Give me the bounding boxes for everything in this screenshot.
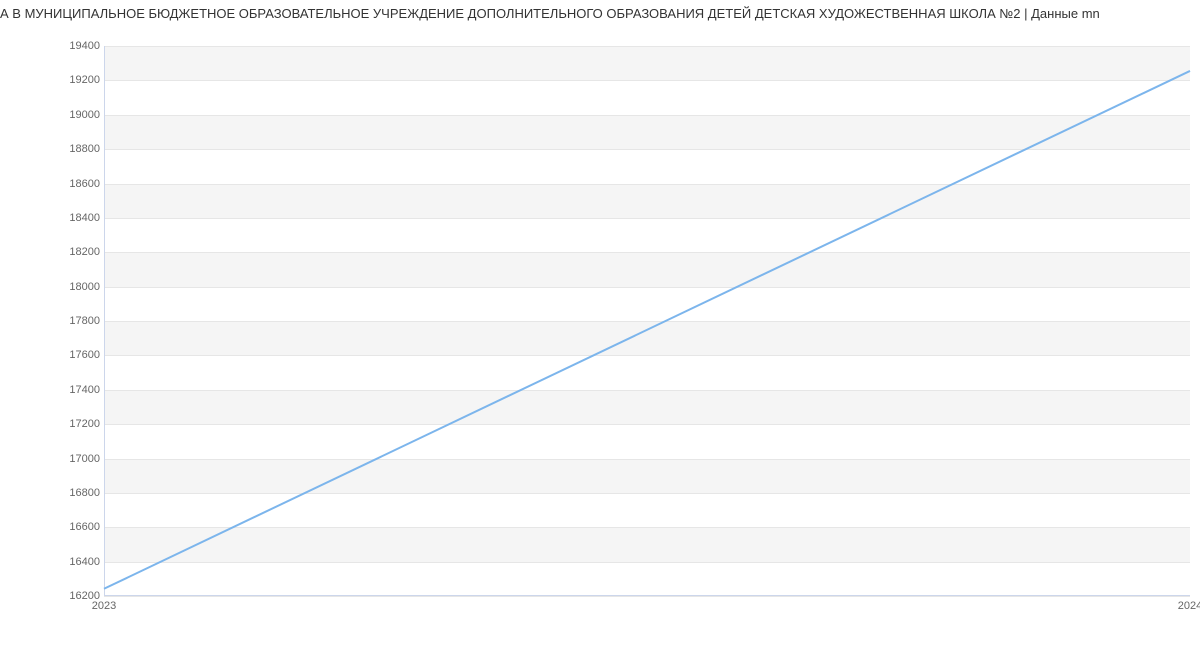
- series-line: [104, 71, 1190, 589]
- y-tick-label: 17800: [69, 315, 100, 327]
- y-tick-label: 19400: [69, 40, 100, 52]
- y-tick-label: 17600: [69, 349, 100, 361]
- y-tick-label: 17200: [69, 418, 100, 430]
- y-tick-label: 18800: [69, 143, 100, 155]
- y-tick-label: 19000: [69, 109, 100, 121]
- y-tick-label: 16400: [69, 556, 100, 568]
- chart-line: [104, 46, 1190, 596]
- x-tick-label: 2024: [1178, 600, 1200, 612]
- y-tick-label: 18000: [69, 281, 100, 293]
- y-tick-label: 16600: [69, 521, 100, 533]
- y-tick-label: 18400: [69, 212, 100, 224]
- y-tick-label: 18600: [69, 178, 100, 190]
- chart-plot-area: [104, 46, 1190, 596]
- x-tick-label: 2023: [92, 600, 116, 612]
- y-tick-label: 17000: [69, 453, 100, 465]
- y-tick-label: 18200: [69, 246, 100, 258]
- y-tick-label: 17400: [69, 384, 100, 396]
- chart-title: А В МУНИЦИПАЛЬНОЕ БЮДЖЕТНОЕ ОБРАЗОВАТЕЛЬ…: [0, 6, 1200, 21]
- gridline: [104, 596, 1190, 597]
- y-tick-label: 19200: [69, 74, 100, 86]
- y-tick-label: 16800: [69, 487, 100, 499]
